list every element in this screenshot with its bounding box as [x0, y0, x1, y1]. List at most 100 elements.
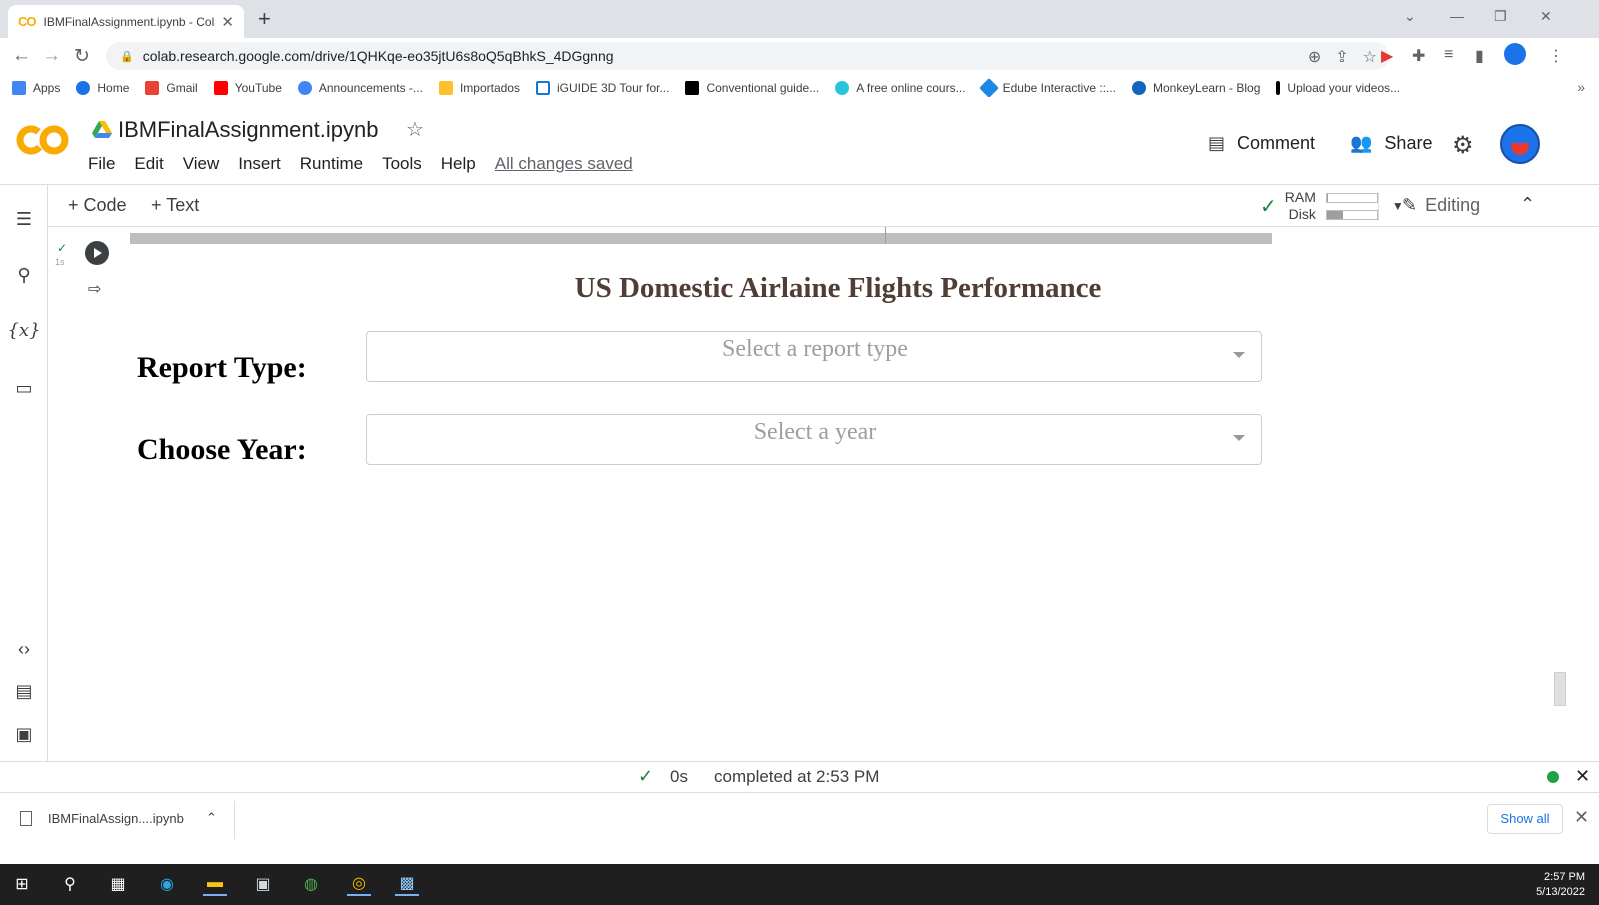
youtube-extension-icon[interactable]: ▶ [1381, 46, 1393, 66]
table-of-contents-icon[interactable]: ☰ [0, 209, 48, 230]
variables-icon[interactable]: {x} [0, 320, 48, 341]
menu-file[interactable]: File [88, 154, 115, 174]
bookmark-item[interactable]: Conventional guide... [685, 80, 819, 95]
bookmark-item[interactable]: Gmail [145, 80, 198, 95]
share-button[interactable]: 👥 Share [1350, 133, 1432, 154]
bookmark-item[interactable]: YouTube [213, 80, 282, 95]
minimize-icon[interactable]: — [1450, 8, 1464, 24]
bookmark-item[interactable]: Apps [12, 80, 60, 95]
command-palette-icon[interactable]: ▤ [0, 681, 48, 702]
bookmark-star-icon[interactable]: ☆ [1363, 47, 1377, 67]
execution-duration: 0s [670, 767, 688, 786]
notebook-scrollbar[interactable] [1554, 672, 1566, 706]
menu-tools[interactable]: Tools [382, 154, 422, 174]
output-actions-icon[interactable]: ⇨ [88, 279, 101, 299]
bookmark-item[interactable]: MonkeyLearn - Blog [1132, 80, 1260, 95]
menu-runtime[interactable]: Runtime [300, 154, 363, 174]
snipping-tool-icon[interactable]: ▩ [395, 872, 419, 896]
resource-indicator[interactable]: ✓ RAM Disk ▼ [1260, 189, 1404, 223]
side-panel-icon[interactable]: ▮ [1475, 46, 1484, 66]
gmail-icon [145, 80, 160, 95]
drive-icon[interactable] [92, 121, 112, 139]
star-icon[interactable]: ☆ [406, 117, 424, 142]
edge-icon[interactable]: ◉ [155, 872, 179, 896]
menu-view[interactable]: View [183, 154, 220, 174]
bookmark-item[interactable]: Edube Interactive ::... [978, 77, 1116, 98]
bookmark-item[interactable]: Home [76, 80, 129, 95]
file-explorer-icon[interactable]: ▬ [203, 872, 227, 896]
share-page-icon[interactable]: ⇪ [1335, 47, 1348, 67]
comment-button[interactable]: ▤ Comment [1208, 133, 1315, 154]
monitor-icon[interactable]: ◍ [299, 872, 323, 896]
gear-icon[interactable]: ⚙ [1452, 131, 1474, 160]
download-divider [234, 801, 235, 839]
more-bookmarks-icon[interactable]: » [1577, 79, 1585, 95]
forward-icon[interactable]: → [42, 45, 61, 67]
apps-icon [12, 80, 26, 95]
chevron-down-icon[interactable] [1233, 435, 1245, 441]
colab-logo-icon[interactable] [16, 123, 70, 157]
media-icon[interactable]: ≡ [1444, 46, 1453, 64]
year-dropdown[interactable]: Select a year [366, 414, 1262, 465]
reload-icon[interactable]: ↻ [74, 45, 90, 68]
system-clock[interactable]: 2:57 PM 5/13/2022 [1536, 870, 1585, 900]
lock-icon: 🔒 [120, 50, 134, 63]
ram-label: RAM [1284, 189, 1316, 205]
tab-search-icon[interactable]: ⌄ [1404, 8, 1416, 25]
app-icon[interactable]: ▣ [251, 872, 275, 896]
chevron-up-icon[interactable]: ⌃ [206, 810, 217, 826]
people-icon: 👥 [1350, 133, 1373, 153]
window-close-icon[interactable]: ✕ [1540, 8, 1552, 25]
windows-start-icon[interactable]: ⊞ [10, 872, 34, 896]
close-status-icon[interactable]: ✕ [1575, 766, 1590, 787]
code-cell-scrollbar[interactable] [130, 227, 1599, 244]
download-item[interactable]: IBMFinalAssign....ipynb [20, 811, 184, 826]
notebook-title[interactable]: IBMFinalAssignment.ipynb [118, 117, 378, 143]
zoom-icon[interactable]: ⊕ [1308, 47, 1321, 67]
extensions-icon[interactable]: ✚ [1412, 46, 1425, 66]
new-tab-icon[interactable]: + [258, 6, 271, 32]
collapse-header-icon[interactable]: ⌃ [1520, 194, 1535, 215]
back-icon[interactable]: ← [12, 45, 31, 67]
run-cell-button[interactable] [85, 241, 109, 265]
disk-bar [1325, 209, 1378, 220]
pencil-icon: ✎ [1402, 195, 1418, 215]
url-bar[interactable]: 🔒 colab.research.google.com/drive/1QHKqe… [106, 42, 1389, 70]
bookmark-item[interactable]: Announcements -... [297, 80, 423, 95]
bookmark-item[interactable]: A free online cours... [835, 80, 966, 95]
colab-header: IBMFinalAssignment.ipynb ☆ File Edit Vie… [0, 101, 1599, 185]
search-icon[interactable]: ⚲ [0, 265, 48, 286]
editing-mode-button[interactable]: ✎ Editing [1402, 195, 1480, 216]
terminal-icon[interactable]: ▣ [0, 724, 48, 745]
execution-status[interactable]: completed at 2:53 PM [714, 767, 879, 787]
browser-tab[interactable]: CO IBMFinalAssignment.ipynb - Cola ✕ [8, 5, 244, 38]
files-folder-icon[interactable]: ▭ [0, 378, 48, 399]
add-code-button[interactable]: + Code [68, 195, 127, 216]
download-bar: IBMFinalAssign....ipynb ⌃ Show all ✕ [0, 792, 1599, 846]
menu-insert[interactable]: Insert [238, 154, 281, 174]
save-status[interactable]: All changes saved [495, 154, 633, 174]
chrome-menu-icon[interactable]: ⋮ [1548, 46, 1564, 66]
medium-icon [685, 80, 700, 95]
bookmark-item[interactable]: iGUIDE 3D Tour for... [535, 80, 669, 95]
restore-icon[interactable]: ❐ [1494, 8, 1507, 25]
browser-tabbar: CO IBMFinalAssignment.ipynb - Cola ✕ + ⌄… [0, 0, 1599, 38]
chrome-icon[interactable]: ◎ [347, 872, 371, 896]
task-view-icon[interactable]: ▦ [106, 872, 130, 896]
add-text-button[interactable]: + Text [151, 195, 199, 216]
menu-edit[interactable]: Edit [134, 154, 163, 174]
report-type-dropdown[interactable]: Select a report type [366, 331, 1262, 382]
code-snippets-icon[interactable]: ‹› [0, 639, 48, 660]
report-type-placeholder: Select a report type [722, 336, 908, 362]
avatar[interactable] [1500, 124, 1540, 164]
profile-icon[interactable] [1504, 43, 1526, 65]
menu-help[interactable]: Help [441, 154, 476, 174]
search-icon[interactable]: ⚲ [58, 872, 82, 896]
tab-close-icon[interactable]: ✕ [221, 13, 234, 31]
bookmark-item[interactable]: Importados [438, 80, 520, 95]
close-download-bar-icon[interactable]: ✕ [1574, 807, 1589, 828]
show-all-button[interactable]: Show all [1487, 804, 1563, 834]
bookmark-item[interactable]: Upload your videos... [1276, 80, 1400, 95]
left-rail: ☰ ⚲ {x} ▭ ‹› ▤ ▣ [0, 185, 48, 761]
chevron-down-icon[interactable] [1233, 352, 1245, 358]
